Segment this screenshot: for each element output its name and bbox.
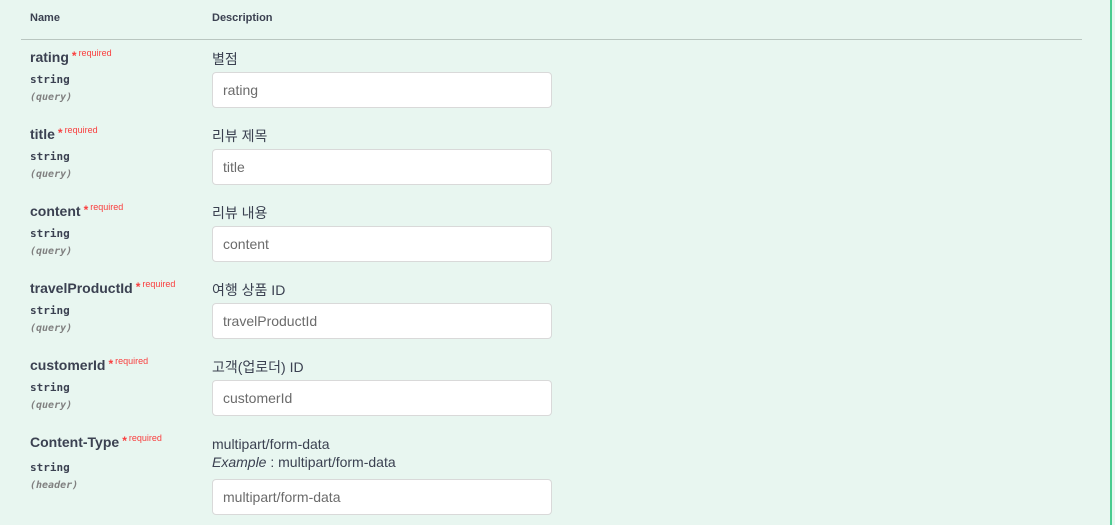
param-location: (query) xyxy=(30,400,73,411)
param-description: 리뷰 내용 xyxy=(212,205,268,221)
param-type: string xyxy=(30,227,70,240)
param-description: multipart/form-data xyxy=(212,436,330,452)
param-description: 리뷰 제목 xyxy=(212,128,268,144)
example-value: : multipart/form-data xyxy=(270,454,396,470)
param-type: string xyxy=(30,461,70,474)
rating-input[interactable] xyxy=(212,72,552,108)
param-row-travel-product-id: travelProductId * required string (query) … xyxy=(30,279,1070,357)
column-header-name: Name xyxy=(30,12,60,24)
header-divider xyxy=(21,39,1082,40)
param-row-customer-id: customerId * required string (query) 고객(업로… xyxy=(30,356,1070,434)
param-location: (query) xyxy=(30,246,73,257)
required-star: * xyxy=(108,357,114,371)
param-type: string xyxy=(30,381,70,394)
param-location: (query) xyxy=(30,323,73,334)
parameters-table-header: Name Description xyxy=(30,12,1080,28)
param-location: (header) xyxy=(30,480,79,491)
param-row-title: title * required string (query) 리뷰 제목 xyxy=(30,125,1070,203)
required-label: required xyxy=(90,202,124,212)
required-star: * xyxy=(83,203,89,217)
param-row-content-type: Content-Type * required string (header) mu… xyxy=(30,433,1070,524)
param-row-rating: rating * required string (query) 별점 xyxy=(30,48,1070,126)
required-label: required xyxy=(78,48,112,58)
param-name: rating * required xyxy=(30,48,112,65)
param-description: 여행 상품 ID xyxy=(212,282,286,298)
travel-product-id-input[interactable] xyxy=(212,303,552,339)
param-description: 고객(업로더) ID xyxy=(212,359,304,375)
required-label: required xyxy=(128,433,162,443)
required-star: * xyxy=(57,126,63,140)
title-input[interactable] xyxy=(212,149,552,185)
customer-id-input[interactable] xyxy=(212,380,552,416)
param-type: string xyxy=(30,73,70,86)
param-name: Content-Type * required xyxy=(30,433,162,450)
param-name: travelProductId * required xyxy=(30,279,176,296)
param-description: 별점 xyxy=(212,51,238,67)
param-name: customerId * required xyxy=(30,356,149,373)
required-label: required xyxy=(142,279,176,289)
column-header-description: Description xyxy=(212,12,273,24)
required-star: * xyxy=(122,434,127,448)
parameters-panel: Name Description rating * required string … xyxy=(0,0,1112,525)
param-location: (query) xyxy=(30,92,73,103)
required-label: required xyxy=(115,356,149,366)
param-type: string xyxy=(30,150,70,163)
content-input[interactable] xyxy=(212,226,552,262)
param-location: (query) xyxy=(30,169,73,180)
param-row-content: content * required string (query) 리뷰 내용 xyxy=(30,202,1070,280)
example-label: Example xyxy=(212,454,267,470)
required-star: * xyxy=(71,49,77,63)
content-type-input[interactable] xyxy=(212,479,552,515)
required-label: required xyxy=(64,125,98,135)
param-name: content * required xyxy=(30,202,124,219)
param-type: string xyxy=(30,304,70,317)
required-star: * xyxy=(135,280,141,294)
param-name: title * required xyxy=(30,125,98,142)
param-example: Example : multipart/form-data xyxy=(212,454,396,470)
